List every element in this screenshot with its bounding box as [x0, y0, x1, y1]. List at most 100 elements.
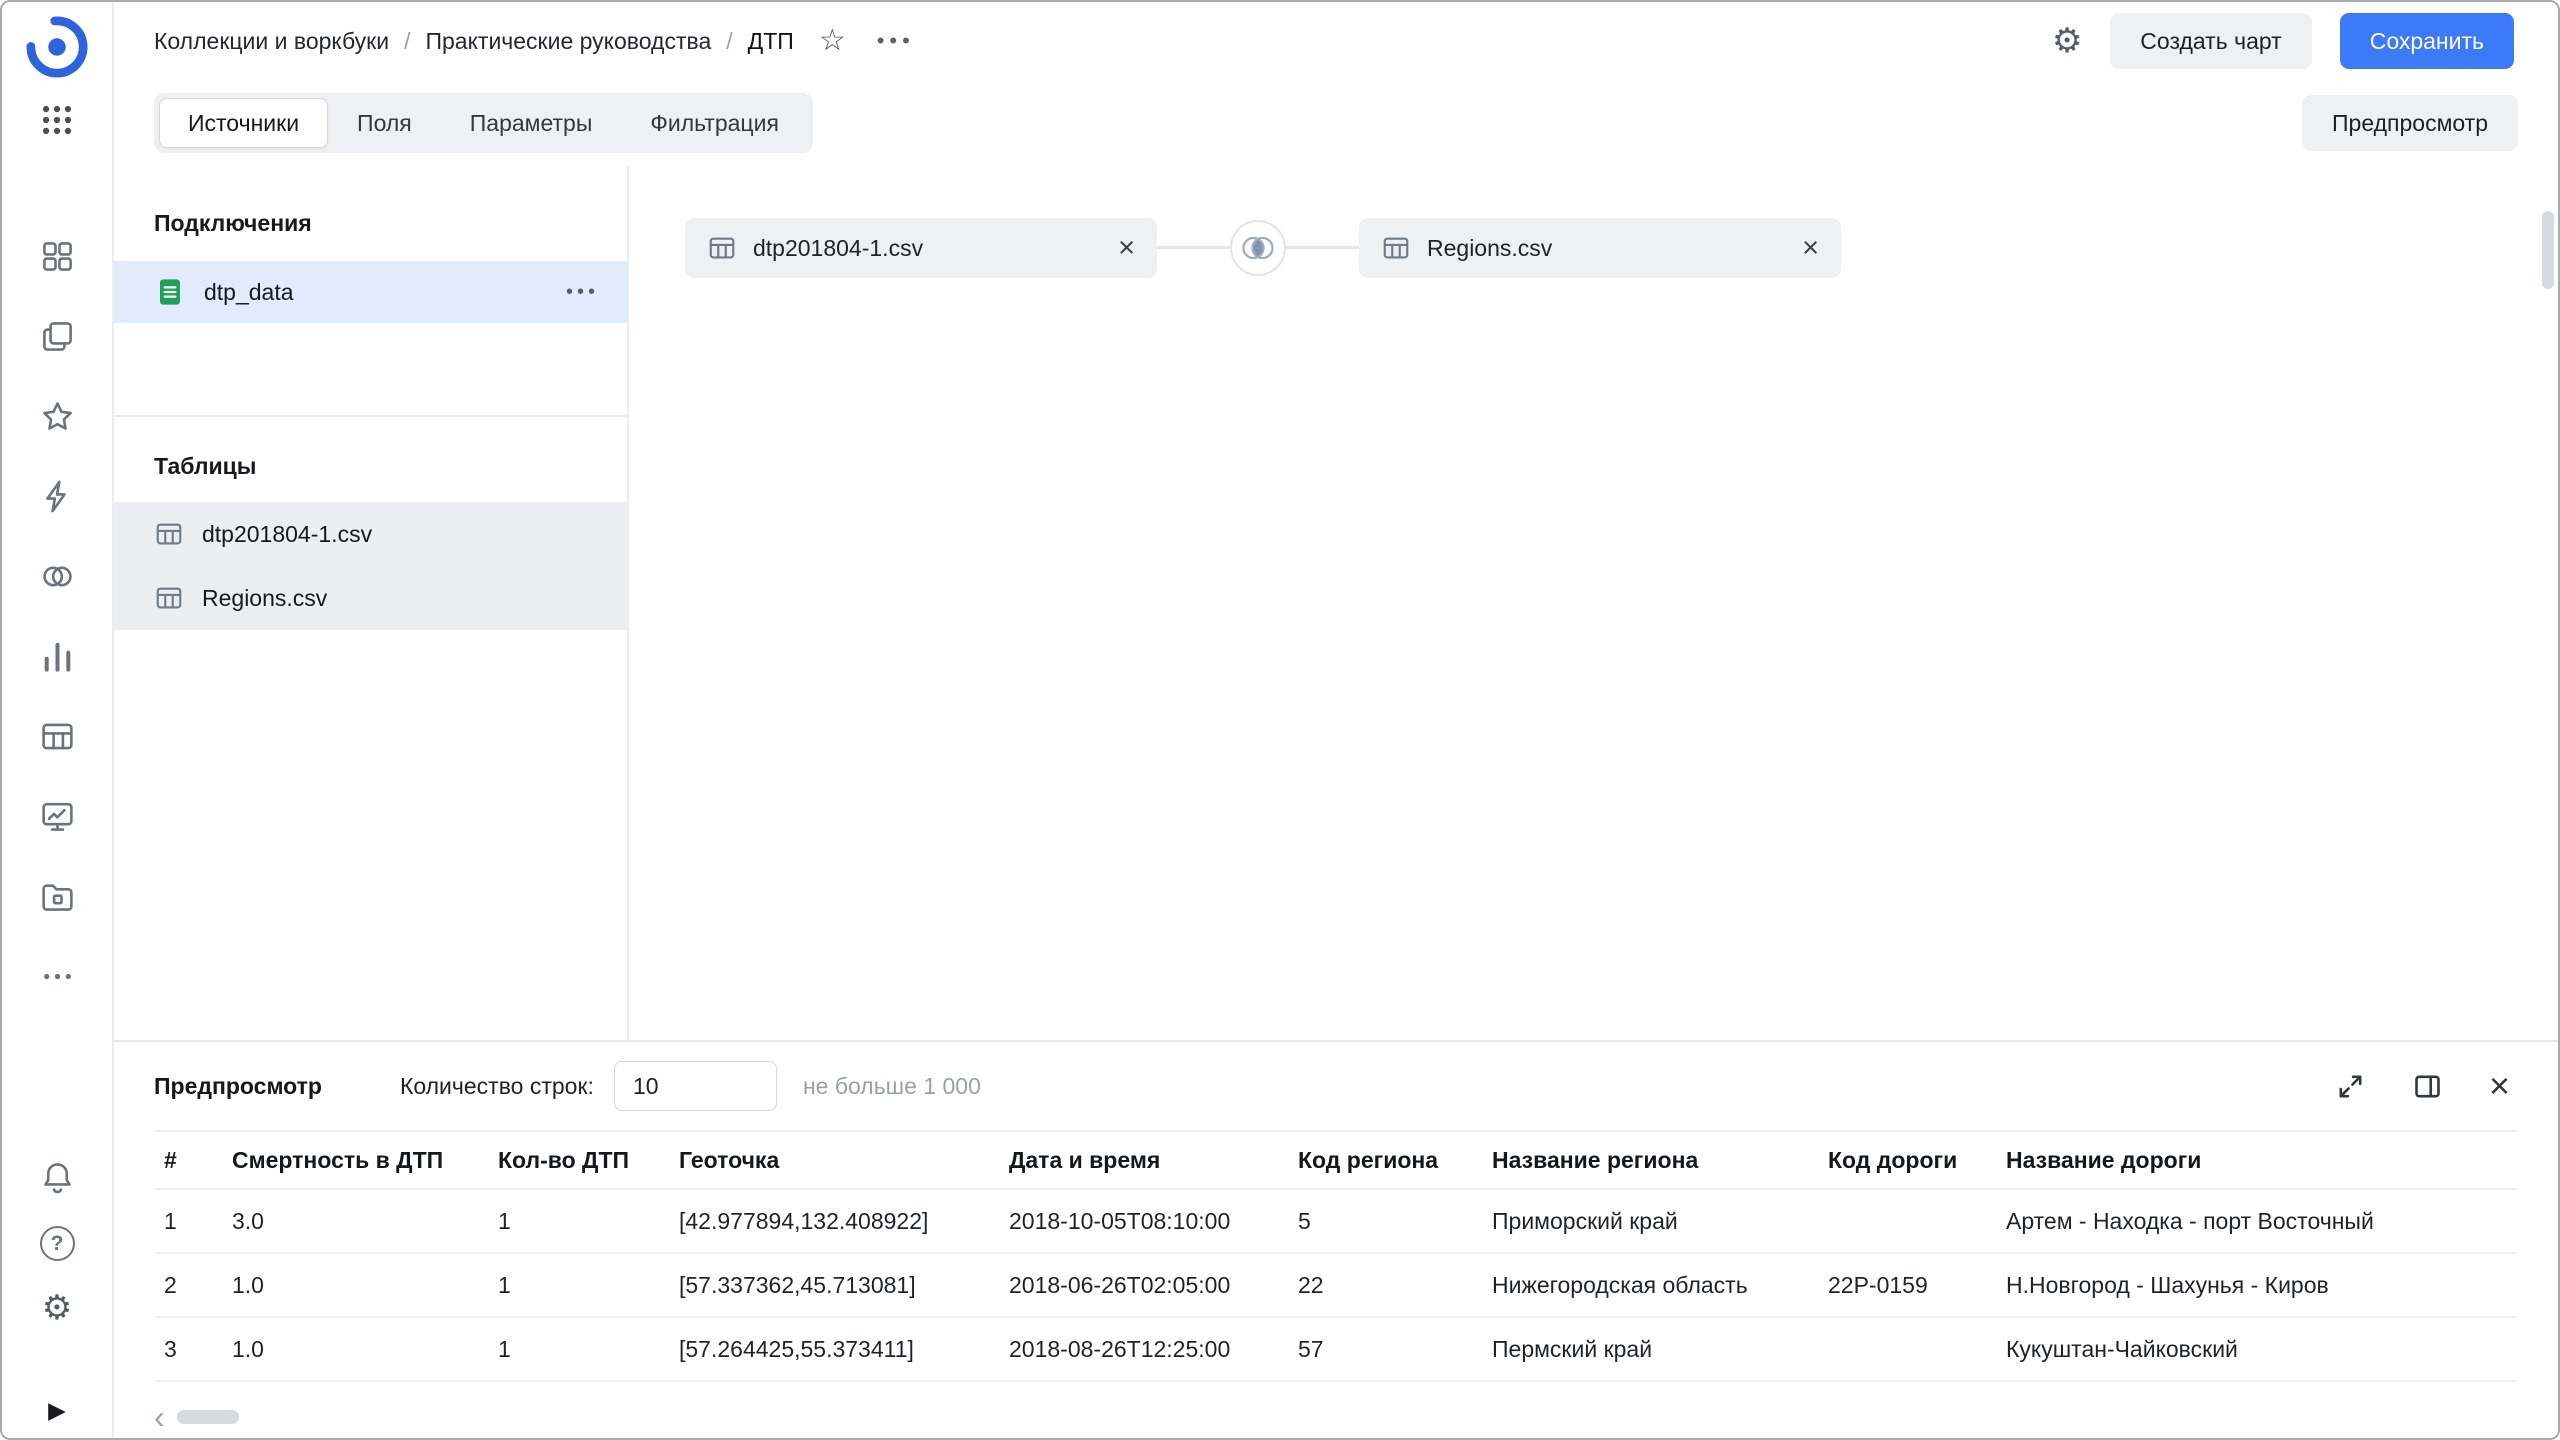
- breadcrumb-separator: /: [726, 28, 732, 55]
- col-header: Код дороги: [1818, 1131, 1996, 1189]
- save-button[interactable]: Сохранить: [2340, 13, 2514, 69]
- preview-toggle-button[interactable]: Предпросмотр: [2302, 95, 2518, 151]
- col-header: Дата и время: [999, 1131, 1288, 1189]
- canvas-table-node-regions[interactable]: Regions.csv ×: [1359, 218, 1841, 278]
- table-list-item-regions[interactable]: Regions.csv: [114, 566, 627, 630]
- datasets-table-icon[interactable]: [39, 718, 76, 755]
- tab-sources[interactable]: Источники: [159, 98, 328, 148]
- connections-title: Подключения: [154, 210, 627, 237]
- preview-title: Предпросмотр: [154, 1073, 322, 1100]
- tables-title: Таблицы: [154, 453, 627, 480]
- storage-folder-icon[interactable]: [39, 878, 76, 915]
- cell: Артем - Находка - порт Восточный: [1996, 1189, 2518, 1253]
- cell: 1: [488, 1317, 669, 1381]
- cell: [42.977894,132.408922]: [669, 1189, 999, 1253]
- tab-group: Источники Поля Параметры Фильтрация: [154, 93, 813, 153]
- col-header: #: [154, 1131, 222, 1189]
- notifications-bell-icon[interactable]: [39, 1159, 76, 1196]
- dataset-settings-gear-icon[interactable]: ⚙: [2052, 24, 2082, 58]
- row-count-label: Количество строк:: [400, 1073, 594, 1100]
- top-actions: ⚙ Создать чарт Сохранить: [2052, 13, 2514, 69]
- csv-file-icon: [154, 276, 186, 308]
- remove-table-icon[interactable]: ×: [1802, 234, 1819, 263]
- more-icon[interactable]: [39, 958, 76, 995]
- row-count-input[interactable]: [614, 1061, 777, 1111]
- preview-table: # Смертность в ДТП Кол-во ДТП Геоточка Д…: [154, 1130, 2518, 1382]
- more-actions-icon[interactable]: •••: [877, 28, 915, 54]
- work-area: Подключения dtp_data ••• Таблицы: [114, 166, 2558, 1040]
- cell: 22: [1288, 1253, 1482, 1317]
- connections-rings-icon[interactable]: [39, 558, 76, 595]
- canvas-node-label: Regions.csv: [1427, 235, 1552, 262]
- apps-grid-icon[interactable]: [39, 102, 75, 138]
- table-list-item-label: dtp201804-1.csv: [202, 521, 372, 548]
- charts-icon[interactable]: [39, 638, 76, 675]
- expand-rail-icon[interactable]: ▶: [48, 1397, 66, 1424]
- tabs-bar: Источники Поля Параметры Фильтрация Пред…: [114, 80, 2558, 166]
- horizontal-scroll-thumb[interactable]: [177, 1410, 239, 1424]
- cell: [57.337362,45.713081]: [669, 1253, 999, 1317]
- horizontal-scroll-track[interactable]: [177, 1410, 2518, 1424]
- preview-panel: Предпросмотр Количество строк: не больше…: [114, 1040, 2558, 1438]
- inner-join-venn-icon: [1238, 233, 1278, 263]
- favorites-star-icon[interactable]: [39, 398, 76, 435]
- breadcrumb-guides[interactable]: Практические руководства: [425, 28, 711, 55]
- col-header: Геоточка: [669, 1131, 999, 1189]
- horizontal-scrollbar: ‹: [154, 1404, 2518, 1430]
- close-preview-icon[interactable]: ×: [2489, 1068, 2510, 1104]
- cell: 5: [1288, 1189, 1482, 1253]
- join-canvas: dtp201804-1.csv × Regions.csv: [629, 166, 2558, 1040]
- vertical-scroll-thumb[interactable]: [2542, 211, 2554, 289]
- cell: 3.0: [222, 1189, 488, 1253]
- preview-header: Предпросмотр Количество строк: не больше…: [114, 1042, 2558, 1130]
- col-header: Смертность в ДТП: [222, 1131, 488, 1189]
- rail-bottom: ? ⚙ ▶: [39, 1159, 76, 1438]
- editor-bolt-icon[interactable]: [39, 478, 76, 515]
- left-rail: ? ⚙ ▶: [2, 2, 114, 1438]
- breadcrumb-collections[interactable]: Коллекции и воркбуки: [154, 28, 389, 55]
- cell: 2018-10-05T08:10:00: [999, 1189, 1288, 1253]
- cell: 1: [488, 1189, 669, 1253]
- cell: Пермский край: [1482, 1317, 1818, 1381]
- table-list-item-dtp201804[interactable]: dtp201804-1.csv: [114, 502, 627, 566]
- col-header: Название дороги: [1996, 1131, 2518, 1189]
- breadcrumb-separator: /: [404, 28, 410, 55]
- create-chart-button[interactable]: Создать чарт: [2110, 13, 2311, 69]
- favorite-star-icon[interactable]: ☆: [819, 26, 846, 56]
- cell: Н.Новгород - Шахунья - Киров: [1996, 1253, 2518, 1317]
- workbooks-icon[interactable]: [39, 318, 76, 355]
- tab-filtering[interactable]: Фильтрация: [621, 98, 808, 148]
- table-row: 3 1.0 1 [57.264425,55.373411] 2018-08-26…: [154, 1317, 2518, 1381]
- remove-table-icon[interactable]: ×: [1118, 234, 1135, 263]
- cell: 1: [154, 1189, 222, 1253]
- dashboards-monitor-icon[interactable]: [39, 798, 76, 835]
- dock-panel-icon[interactable]: [2412, 1071, 2443, 1102]
- join-type-badge[interactable]: [1230, 220, 1286, 276]
- top-bar: Коллекции и воркбуки / Практические руко…: [114, 2, 2558, 80]
- col-header: Кол-во ДТП: [488, 1131, 669, 1189]
- cell: Нижегородская область: [1482, 1253, 1818, 1317]
- table-list-item-label: Regions.csv: [202, 585, 327, 612]
- expand-preview-icon[interactable]: [2335, 1071, 2366, 1102]
- col-header: Код региона: [1288, 1131, 1482, 1189]
- tab-fields[interactable]: Поля: [328, 98, 441, 148]
- help-icon[interactable]: ?: [40, 1226, 75, 1261]
- cell: 1.0: [222, 1253, 488, 1317]
- cell: 2: [154, 1253, 222, 1317]
- sources-panel: Подключения dtp_data ••• Таблицы: [114, 166, 629, 1040]
- connection-name: dtp_data: [204, 279, 294, 306]
- cell: 1.0: [222, 1317, 488, 1381]
- canvas-table-node-dtp201804[interactable]: dtp201804-1.csv ×: [685, 218, 1157, 278]
- vertical-scrollbar[interactable]: [2542, 198, 2554, 1430]
- scroll-left-icon[interactable]: ‹: [154, 1401, 165, 1433]
- cell: [1818, 1189, 1996, 1253]
- table-icon: [154, 519, 184, 549]
- cell: Кукуштан-Чайковский: [1996, 1317, 2518, 1381]
- connection-menu-icon[interactable]: •••: [566, 281, 599, 304]
- tab-parameters[interactable]: Параметры: [441, 98, 622, 148]
- datalens-logo-icon[interactable]: [26, 16, 88, 78]
- connection-item-dtp-data[interactable]: dtp_data •••: [114, 261, 627, 323]
- settings-gear-icon[interactable]: ⚙: [42, 1291, 72, 1325]
- cell: 3: [154, 1317, 222, 1381]
- collections-icon[interactable]: [39, 238, 76, 275]
